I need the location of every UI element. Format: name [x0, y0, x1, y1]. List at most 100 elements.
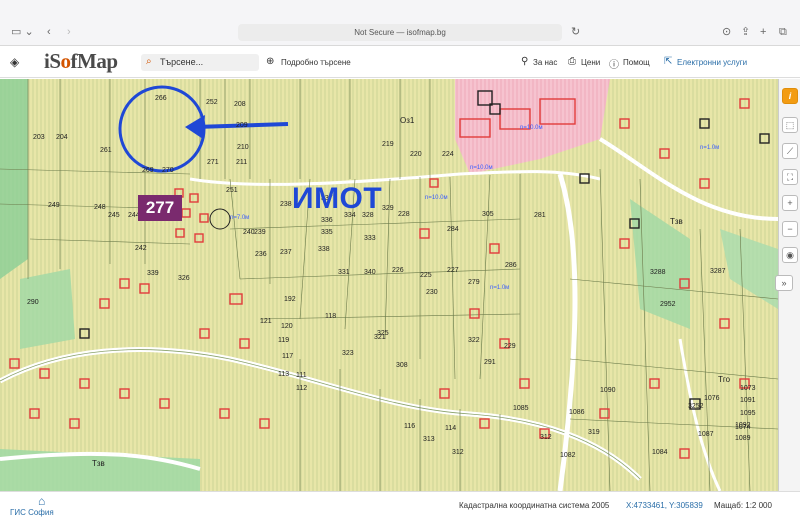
parcel-label: 229 — [504, 343, 516, 350]
zoom-out-icon[interactable]: − — [782, 221, 798, 237]
parcel-label: 266 — [155, 95, 167, 102]
parcel-label: 121 — [260, 318, 272, 325]
parcel-label: 204 — [56, 134, 68, 141]
parcel-label: 242 — [135, 245, 147, 252]
parcel-label: 271 — [207, 159, 219, 166]
help-icon: ⓘ — [609, 60, 619, 71]
external-link-icon: ⇱ — [664, 56, 673, 67]
help-link[interactable]: Помощ — [623, 58, 650, 67]
download-icon[interactable]: ⊙ — [722, 26, 731, 38]
cursor-coordinates: X:4733461, Y:305839 — [626, 501, 703, 510]
browser-toolbar: ▭ ⌄ ‹ › Not Secure — isofmap.bg ↻ ⊙ ⇪ + … — [0, 0, 800, 46]
parcel-label: 2952 — [660, 301, 676, 308]
parcel-label: 230 — [426, 289, 438, 296]
app-toolbar: ◈ iSofMap ⌕ Търсене... ⊕ Подробно търсен… — [0, 46, 800, 78]
prices-link[interactable]: Цени — [581, 58, 600, 67]
parcel-label: 340 — [364, 269, 376, 276]
parcel-label: 248 — [94, 204, 106, 211]
parcel-label: 1095 — [740, 410, 756, 417]
parcel-label: 192 — [284, 296, 296, 303]
ruler-icon[interactable]: ⟋ — [782, 143, 798, 159]
parcel-label: 116 — [404, 423, 416, 430]
parcel-label: 3288 — [650, 269, 666, 276]
parcel-label: 238 — [280, 201, 292, 208]
parcel-label: 117 — [282, 353, 294, 360]
coordinate-system: Кадастрална координатна система 2005 — [459, 501, 610, 510]
parcel-label: 111 — [296, 372, 307, 379]
parcel-label: 333 — [364, 235, 376, 242]
parcel-label: 1084 — [652, 449, 668, 456]
info-tool-button[interactable]: i — [782, 88, 798, 104]
parcel-label: 239 — [254, 229, 266, 236]
parcel-label: 3252 — [688, 403, 704, 410]
parcel-label: 312 — [452, 449, 464, 456]
back-icon[interactable]: ‹ — [47, 26, 51, 38]
parcel-label: 286 — [505, 262, 517, 269]
parcel-label: 249 — [48, 202, 60, 209]
parcel-label: 335 — [321, 229, 333, 236]
search-placeholder: Търсене... — [160, 57, 204, 67]
tab-overview-icon[interactable]: ⧉ — [779, 26, 787, 38]
zone-label-tgo: Тго — [718, 375, 731, 384]
parcel-label: 112 — [296, 385, 308, 392]
parcel-label: 326 — [178, 275, 190, 282]
cadastral-map[interactable]: n=10.0м n=10.0м n=10.0м n=1.0м n=7.0м n=1.0… — [0, 79, 778, 491]
search-input[interactable]: ⌕ Търсене... — [141, 54, 259, 71]
parcel-label: 305 — [482, 211, 494, 218]
parcel-label: 236 — [255, 251, 267, 258]
parcel-label: 269 — [142, 167, 154, 174]
address-bar[interactable]: Not Secure — isofmap.bg — [238, 24, 562, 41]
map-tools: i ⬚ ⟋ ⛶ + − ◉ » — [775, 79, 800, 491]
parcel-label: 1082 — [560, 452, 576, 459]
parcel-label: 211 — [236, 159, 248, 166]
locate-icon[interactable]: ◉ — [782, 247, 798, 263]
parcel-label: 119 — [278, 337, 290, 344]
parcel-label: 261 — [100, 147, 112, 154]
search-icon: ⌕ — [146, 56, 152, 67]
advanced-search-icon[interactable]: ⊕ — [266, 56, 274, 67]
parcel-label: 219 — [382, 141, 394, 148]
location-pin-icon: ⚲ — [521, 56, 529, 67]
parcel-label: 245 — [108, 212, 120, 219]
parcel-label: 290 — [27, 299, 39, 306]
parcel-label: 210 — [237, 144, 249, 151]
parcel-label: 336 — [321, 217, 333, 224]
zone-label-tzv-right: Тзв — [670, 217, 683, 226]
reload-icon[interactable]: ↻ — [571, 26, 580, 38]
parcel-label: 281 — [534, 212, 546, 219]
parcel-label: 120 — [281, 323, 293, 330]
parcel-label: 225 — [420, 272, 432, 279]
new-tab-icon[interactable]: + — [760, 26, 766, 38]
forward-icon[interactable]: › — [67, 26, 71, 38]
parcel-label: 339 — [147, 270, 159, 277]
parcel-label: 1085 — [513, 405, 529, 412]
parcel-label: 279 — [468, 279, 480, 286]
share-icon[interactable]: ⇪ — [741, 26, 750, 38]
fullscreen-icon[interactable]: ⛶ — [782, 169, 798, 185]
parcel-label: 208 — [234, 101, 246, 108]
about-link[interactable]: За нас — [533, 58, 557, 67]
parcel-label: 331 — [338, 269, 350, 276]
parcel-label: 270 — [162, 167, 174, 174]
parcel-label: 226 — [392, 267, 404, 274]
select-tool-icon[interactable]: ⬚ — [782, 117, 798, 133]
parcel-label: 1074 — [735, 424, 751, 431]
parcel-label: 118 — [325, 313, 337, 320]
layers-icon[interactable]: ◈ — [10, 55, 19, 69]
zone-label-tzv: Тзв — [92, 459, 105, 468]
map-scale: Мащаб: 1:2 000 — [714, 501, 772, 510]
parcel-label: 308 — [396, 362, 408, 369]
parcel-label: 1090 — [600, 387, 616, 394]
parcel-label: 319 — [588, 429, 600, 436]
parcel-label: 312 — [540, 434, 552, 441]
expand-panel-icon[interactable]: » — [775, 275, 793, 291]
sidebar-toggle-icon[interactable]: ▭ ⌄ — [11, 26, 34, 38]
parcel-label: 113 — [278, 371, 290, 378]
advanced-search-link[interactable]: Подробно търсене — [281, 58, 351, 67]
parcel-label: 227 — [447, 267, 459, 274]
zoom-in-icon[interactable]: + — [782, 195, 798, 211]
parcel-label: 322 — [468, 337, 480, 344]
e-services-link[interactable]: Електронни услуги — [677, 58, 747, 67]
property-annotation-label: ИМОТ — [292, 182, 383, 215]
isofmap-logo[interactable]: iSofMap — [44, 49, 118, 74]
